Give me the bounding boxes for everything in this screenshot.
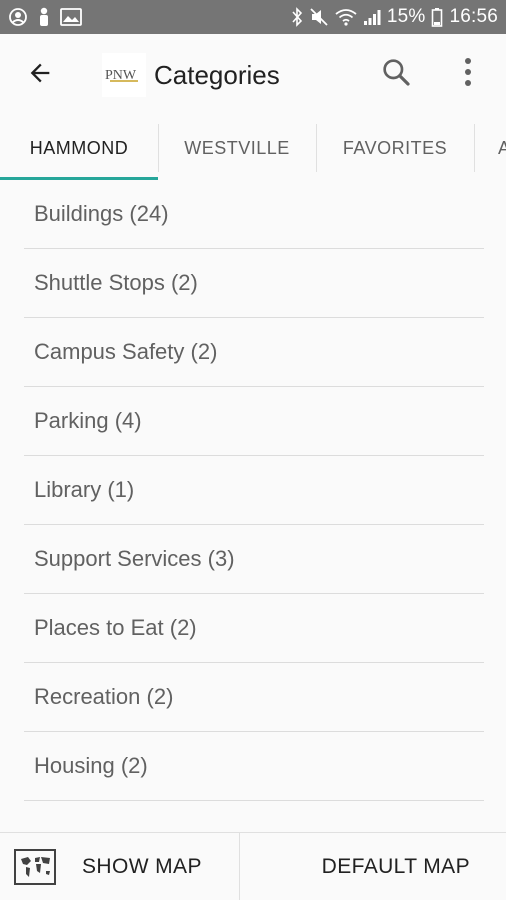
tab-westville[interactable]: WESTVILLE — [158, 116, 316, 180]
category-housing[interactable]: Housing (2) — [24, 732, 484, 801]
status-left-icons — [8, 7, 82, 27]
bluetooth-icon — [291, 7, 303, 27]
category-list: Buildings (24) Shuttle Stops (2) Campus … — [24, 180, 484, 801]
page-title: Categories — [154, 59, 280, 90]
image-icon — [60, 8, 82, 26]
more-vert-icon — [463, 56, 473, 93]
default-map-button[interactable]: DEFAULT MAP — [240, 833, 506, 900]
status-right-icons: 15% 16:56 — [291, 6, 498, 28]
campus-tabs: HAMMOND WESTVILLE FAVORITES A — [0, 116, 506, 180]
category-support-services[interactable]: Support Services (3) — [24, 525, 484, 594]
show-map-label: SHOW MAP — [82, 855, 202, 878]
arrow-back-icon — [26, 59, 54, 92]
search-icon — [380, 56, 412, 93]
category-recreation[interactable]: Recreation (2) — [24, 663, 484, 732]
category-shuttle-stops[interactable]: Shuttle Stops (2) — [24, 249, 484, 318]
person-icon — [36, 7, 52, 27]
app-bar: PNW Categories — [0, 34, 506, 116]
category-places-to-eat[interactable]: Places to Eat (2) — [24, 594, 484, 663]
pnw-logo: PNW — [102, 53, 146, 97]
battery-icon — [431, 7, 443, 27]
tab-hammond[interactable]: HAMMOND — [0, 116, 158, 180]
tab-partial[interactable]: A — [474, 116, 506, 180]
search-button[interactable] — [370, 44, 422, 104]
back-button[interactable] — [10, 45, 70, 105]
category-buildings[interactable]: Buildings (24) — [24, 180, 484, 249]
bottom-bar: SHOW MAP DEFAULT MAP — [0, 832, 506, 900]
show-map-button[interactable]: SHOW MAP — [0, 833, 240, 900]
category-parking[interactable]: Parking (4) — [24, 387, 484, 456]
overflow-menu-button[interactable] — [446, 44, 490, 104]
account-circle-icon — [8, 7, 28, 27]
pnw-logo-mark: PNW — [105, 68, 138, 83]
category-library[interactable]: Library (1) — [24, 456, 484, 525]
battery-percent: 15% — [386, 6, 426, 27]
tab-favorites[interactable]: FAVORITES — [316, 116, 474, 180]
mute-icon — [309, 7, 329, 27]
status-bar: 15% 16:56 — [0, 0, 506, 34]
signal-icon — [363, 8, 381, 26]
world-map-icon — [14, 849, 56, 885]
wifi-icon — [335, 8, 357, 26]
clock: 16:56 — [449, 6, 498, 27]
category-campus-safety[interactable]: Campus Safety (2) — [24, 318, 484, 387]
